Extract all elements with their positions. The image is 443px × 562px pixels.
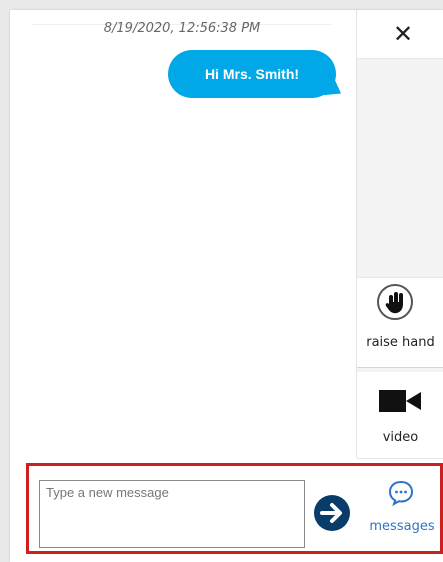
- raise-hand-button[interactable]: raise hand: [357, 277, 443, 368]
- chat-bubble-icon: [388, 480, 414, 507]
- message-timestamp: 8/19/2020, 12:56:38 PM: [103, 21, 261, 36]
- raise-hand-label: raise hand: [366, 335, 435, 350]
- message-input[interactable]: [39, 480, 305, 548]
- chat-message-bubble: Hi Mrs. Smith!: [168, 50, 336, 98]
- video-button[interactable]: video: [357, 372, 443, 459]
- message-timestamp-row: 8/19/2020, 12:56:38 PM: [32, 21, 332, 43]
- close-button[interactable]: ✕: [393, 22, 413, 46]
- send-button[interactable]: [314, 495, 350, 531]
- chat-panel: 8/19/2020, 12:56:38 PM Hi Mrs. Smith! ✕ …: [10, 10, 443, 562]
- messages-button[interactable]: messages: [363, 474, 441, 548]
- video-label: video: [382, 430, 419, 445]
- close-area: ✕: [357, 10, 443, 59]
- arrow-right-icon: [320, 503, 342, 523]
- raise-hand-icon: [377, 284, 413, 320]
- video-camera-icon: [379, 390, 421, 412]
- conversation-pane: 8/19/2020, 12:56:38 PM Hi Mrs. Smith!: [10, 10, 356, 458]
- messages-label: messages: [369, 519, 435, 534]
- message-composer: messages: [26, 463, 443, 554]
- side-toolbar: ✕ raise hand video: [356, 10, 443, 459]
